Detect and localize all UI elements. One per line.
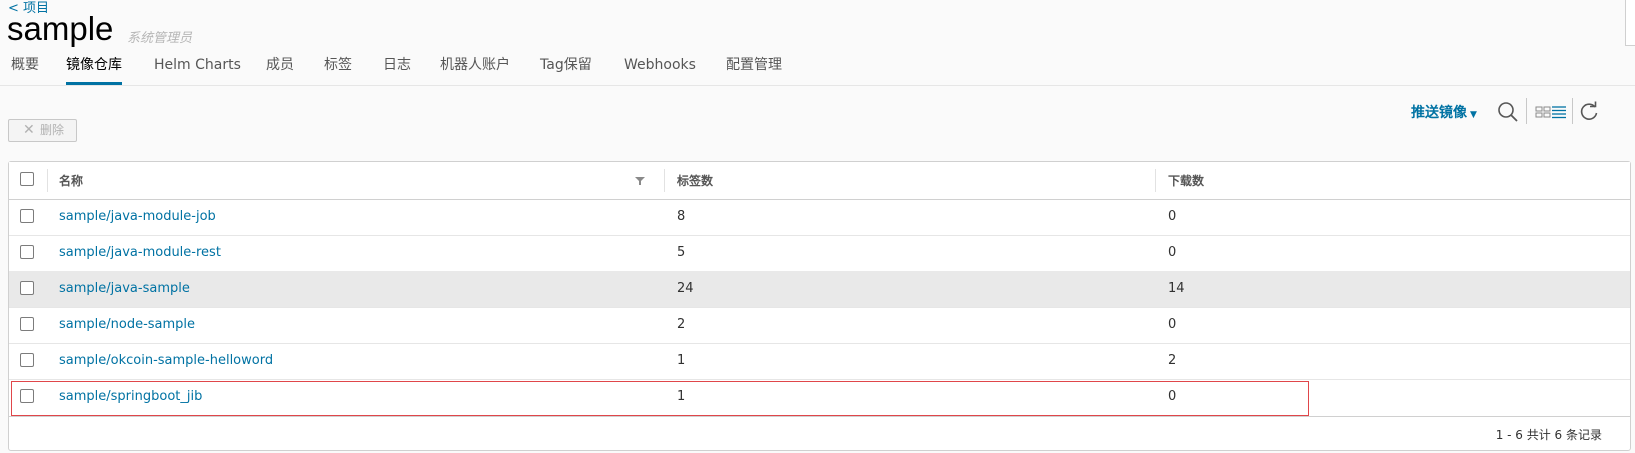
chevron-down-icon: ▼ bbox=[1470, 110, 1477, 120]
repo-name-link[interactable]: sample/java-module-rest bbox=[59, 245, 221, 260]
tag-count: 24 bbox=[677, 281, 694, 296]
row-checkbox[interactable] bbox=[20, 281, 34, 295]
tag-count: 2 bbox=[677, 317, 686, 332]
table-row[interactable]: sample/java-sample 24 14 bbox=[9, 271, 1630, 308]
column-header-tags[interactable]: 标签数 bbox=[677, 172, 713, 189]
table-footer: 1 - 6 共计 6 条记录 bbox=[9, 416, 1630, 453]
tab-robot-accounts[interactable]: 机器人账户 bbox=[440, 54, 510, 82]
project-tabs: 概要 镜像仓库 Helm Charts 成员 标签 日志 机器人账户 Tag保留… bbox=[0, 54, 1635, 86]
table-row[interactable]: sample/java-module-rest 5 0 bbox=[9, 235, 1630, 272]
tab-webhooks[interactable]: Webhooks bbox=[624, 54, 696, 82]
project-title: sample bbox=[7, 10, 114, 47]
column-header-pulls[interactable]: 下载数 bbox=[1168, 172, 1204, 189]
pull-count: 2 bbox=[1168, 353, 1177, 368]
side-panel-edge[interactable] bbox=[1625, 0, 1635, 46]
tag-count: 8 bbox=[677, 209, 686, 224]
tab-configuration[interactable]: 配置管理 bbox=[726, 54, 782, 82]
column-divider bbox=[1155, 169, 1156, 192]
close-icon: ✕ bbox=[23, 122, 35, 138]
pull-count: 0 bbox=[1168, 209, 1177, 224]
table-row[interactable]: sample/node-sample 2 0 bbox=[9, 307, 1630, 344]
select-all-checkbox[interactable] bbox=[20, 172, 34, 186]
project-role: 系统管理员 bbox=[127, 31, 193, 46]
toolbar-divider bbox=[1526, 98, 1527, 124]
table-header: 名称 标签数 下载数 bbox=[9, 162, 1630, 200]
table-row[interactable]: sample/springboot_jib 1 0 bbox=[9, 379, 1630, 415]
tab-logs[interactable]: 日志 bbox=[383, 54, 411, 82]
pagination-summary: 1 - 6 共计 6 条记录 bbox=[1495, 428, 1602, 442]
tag-count: 1 bbox=[677, 353, 686, 368]
tab-tag-retention[interactable]: Tag保留 bbox=[540, 54, 592, 82]
repo-name-link[interactable]: sample/springboot_jib bbox=[59, 389, 202, 404]
pull-count: 0 bbox=[1168, 245, 1177, 260]
tab-labels[interactable]: 标签 bbox=[324, 54, 352, 82]
column-header-name[interactable]: 名称 bbox=[59, 172, 83, 189]
repo-name-link[interactable]: sample/java-module-job bbox=[59, 209, 216, 224]
refresh-icon[interactable] bbox=[1578, 101, 1600, 123]
pull-count: 0 bbox=[1168, 389, 1177, 404]
filter-icon[interactable] bbox=[635, 176, 645, 186]
tag-count: 5 bbox=[677, 245, 686, 260]
row-checkbox[interactable] bbox=[20, 245, 34, 259]
search-icon[interactable] bbox=[1497, 101, 1519, 123]
column-divider bbox=[664, 169, 665, 192]
repo-name-link[interactable]: sample/node-sample bbox=[59, 317, 195, 332]
row-checkbox[interactable] bbox=[20, 209, 34, 223]
delete-button-label: 删除 bbox=[40, 123, 65, 137]
toolbar-divider bbox=[1572, 98, 1573, 124]
repositories-table: 名称 标签数 下载数 sample/java-module-job 8 0 sa… bbox=[8, 161, 1631, 451]
tab-members[interactable]: 成员 bbox=[266, 54, 294, 82]
tab-repositories[interactable]: 镜像仓库 bbox=[66, 54, 122, 85]
table-row[interactable]: sample/okcoin-sample-helloword 1 2 bbox=[9, 343, 1630, 380]
column-divider bbox=[47, 169, 48, 192]
pull-count: 0 bbox=[1168, 317, 1177, 332]
repo-name-link[interactable]: sample/java-sample bbox=[59, 281, 190, 296]
tag-count: 1 bbox=[677, 389, 686, 404]
pull-count: 14 bbox=[1168, 281, 1185, 296]
push-image-label: 推送镜像 bbox=[1411, 105, 1467, 121]
tab-summary[interactable]: 概要 bbox=[11, 54, 39, 82]
table-row[interactable]: sample/java-module-job 8 0 bbox=[9, 199, 1630, 236]
tab-helm-charts[interactable]: Helm Charts bbox=[154, 54, 241, 82]
tabs-divider bbox=[0, 85, 1635, 86]
row-checkbox[interactable] bbox=[20, 317, 34, 331]
row-checkbox[interactable] bbox=[20, 353, 34, 367]
push-image-dropdown[interactable]: 推送镜像 ▼ bbox=[1411, 102, 1477, 122]
row-checkbox[interactable] bbox=[20, 389, 34, 403]
delete-button[interactable]: ✕ 删除 bbox=[8, 119, 77, 142]
list-view-icon[interactable] bbox=[1548, 101, 1570, 123]
repo-name-link[interactable]: sample/okcoin-sample-helloword bbox=[59, 353, 273, 368]
